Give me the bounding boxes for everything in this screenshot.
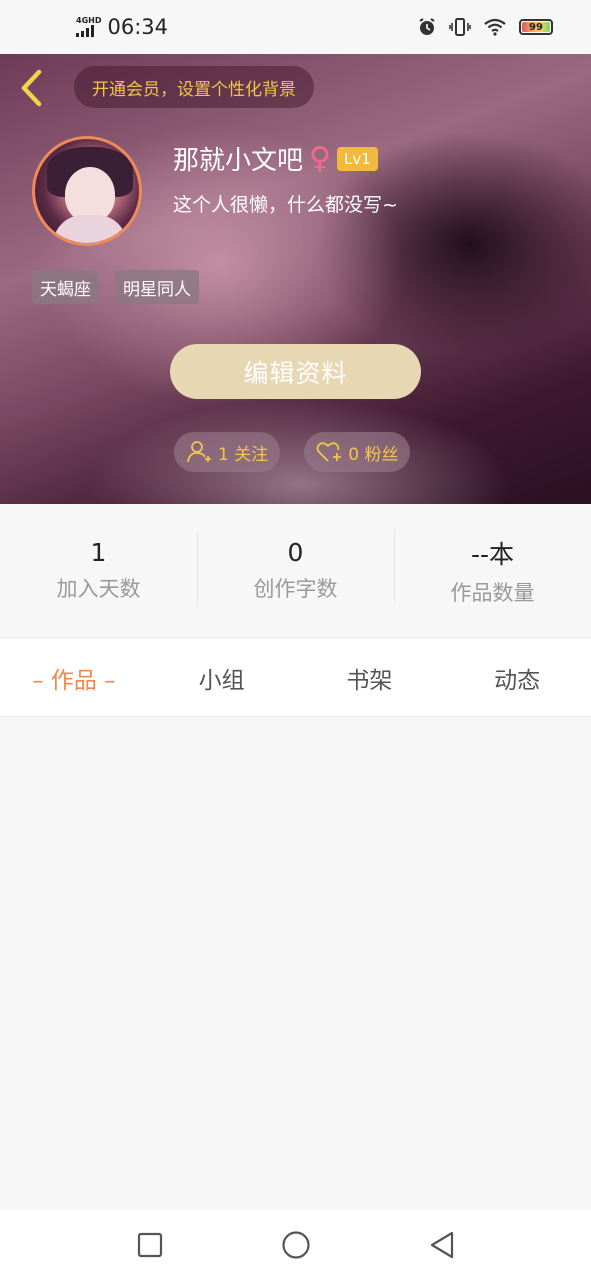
stat-label: 加入天数 <box>56 577 141 601</box>
system-nav-bar <box>0 1210 591 1280</box>
triangle-back-icon <box>430 1231 453 1259</box>
chevron-left-icon <box>21 69 42 107</box>
following-label: 1 关注 <box>218 444 269 465</box>
level-badge: Lv1 <box>337 146 378 171</box>
tag-zodiac[interactable]: 天蝎座 <box>32 270 99 304</box>
battery-level: 99 <box>529 21 543 33</box>
heart-plus-icon <box>316 442 342 462</box>
status-left: 4GHD 06:34 <box>76 15 168 39</box>
following-button[interactable]: 1 关注 <box>174 432 281 472</box>
status-time: 06:34 <box>107 15 168 39</box>
stat-value: 0 <box>287 538 304 567</box>
followers-button[interactable]: 0 粉丝 <box>304 432 411 472</box>
stat-value: --本 <box>470 539 515 569</box>
signal-icon <box>76 25 94 37</box>
alarm-icon <box>419 18 435 35</box>
back-nav-button[interactable] <box>424 1227 460 1263</box>
stat-word-count: 0 创作字数 <box>197 532 394 606</box>
tab-works[interactable]: – 作品 – <box>0 661 148 695</box>
vibrate-icon <box>449 18 471 36</box>
female-icon: ♀ <box>309 140 331 176</box>
stat-label: 作品数量 <box>450 580 535 605</box>
stat-label: 创作字数 <box>253 577 338 601</box>
username: 那就小文吧 <box>173 146 304 176</box>
battery-icon: 99 <box>519 19 553 35</box>
wifi-icon <box>484 18 506 36</box>
add-user-icon <box>187 441 211 463</box>
tab-groups[interactable]: 小组 <box>148 661 296 695</box>
status-right: 99 <box>417 17 553 37</box>
vip-background-banner[interactable]: 开通会员，设置个性化背景 <box>74 66 314 108</box>
username-row: 那就小文吧 ♀ Lv1 <box>173 140 378 177</box>
home-button[interactable] <box>278 1227 314 1263</box>
circle-icon <box>281 1231 310 1259</box>
square-icon <box>137 1232 162 1258</box>
stat-days-joined: 1 加入天数 <box>0 538 197 603</box>
profile-tabs: – 作品 – 小组 书架 动态 <box>0 639 591 717</box>
avatar[interactable] <box>32 136 142 246</box>
recents-button[interactable] <box>132 1227 168 1263</box>
network-label: 4GHD <box>76 16 102 25</box>
followers-label: 0 粉丝 <box>348 444 399 465</box>
stats-row: 1 加入天数 0 创作字数 --本 作品数量 <box>0 504 591 638</box>
tab-bookshelf[interactable]: 书架 <box>296 661 444 695</box>
user-bio: 这个人很懒，什么都没写~ <box>173 194 398 216</box>
tab-activity[interactable]: 动态 <box>443 661 591 695</box>
profile-header: 开通会员，设置个性化背景 那就小文吧 ♀ Lv1 这个人很懒，什么都没写~ 天蝎… <box>0 54 591 504</box>
stat-value: 1 <box>90 538 107 567</box>
tab-content-area <box>0 718 591 1210</box>
network-indicator: 4GHD <box>76 17 101 37</box>
stat-works-count: --本 作品数量 <box>394 528 591 607</box>
social-counts: 1 关注 0 粉丝 <box>174 432 411 472</box>
status-bar: 4GHD 06:34 99 <box>0 0 591 54</box>
back-button[interactable] <box>14 68 50 108</box>
edit-profile-button[interactable]: 编辑资料 <box>170 344 421 399</box>
tag-interest[interactable]: 明星同人 <box>115 270 199 304</box>
tag-list: 天蝎座 明星同人 <box>32 270 199 304</box>
